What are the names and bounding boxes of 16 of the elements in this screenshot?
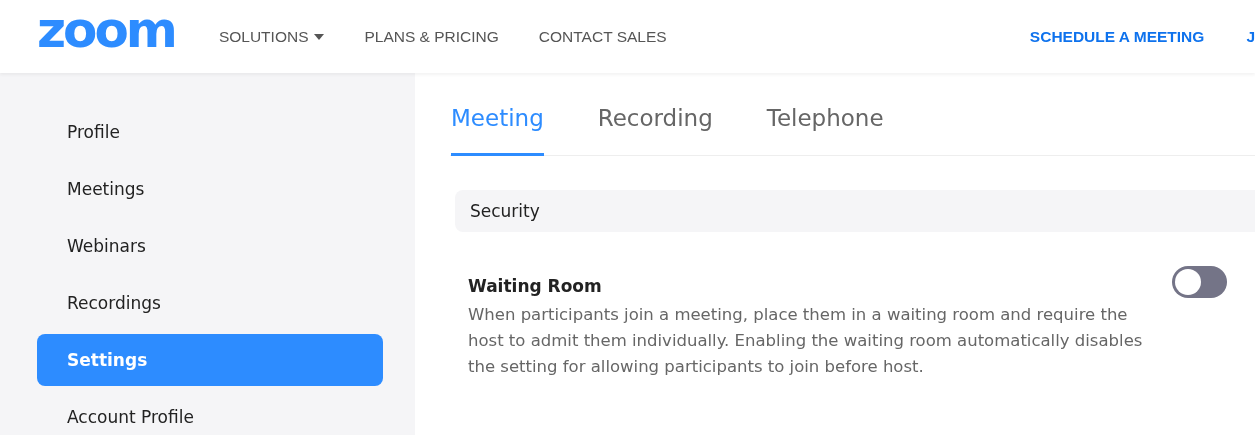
nav-link[interactable]: CONTACT SALES <box>538 27 667 46</box>
section-header: Security <box>455 190 1255 232</box>
header-link[interactable]: SCHEDULE A MEETING <box>1029 27 1205 46</box>
setting-title: Waiting Room <box>468 276 603 296</box>
sidebar-item[interactable]: Meetings <box>37 163 383 215</box>
sidebar-item[interactable]: Profile <box>37 106 383 158</box>
tab[interactable]: Recording <box>597 105 713 156</box>
nav-link[interactable]: PLANS & PRICING <box>364 27 499 46</box>
toggle-switch[interactable] <box>1172 266 1227 298</box>
setting-description: When participants join a meeting, place them in a waiting room and require the host to admit them individually. Enabling the waiting room automatically disables the setting for allowing participants to join before host. <box>468 304 1144 378</box>
nav-link[interactable]: SOLUTIONS <box>218 27 325 46</box>
sidebar-item[interactable]: Recordings <box>37 277 383 329</box>
header-link[interactable]: J <box>1246 27 1255 46</box>
sidebar-item[interactable]: Webinars <box>37 220 383 272</box>
sidebar-item[interactable]: Account Profile <box>37 391 383 435</box>
tab[interactable]: Telephone <box>766 105 884 156</box>
